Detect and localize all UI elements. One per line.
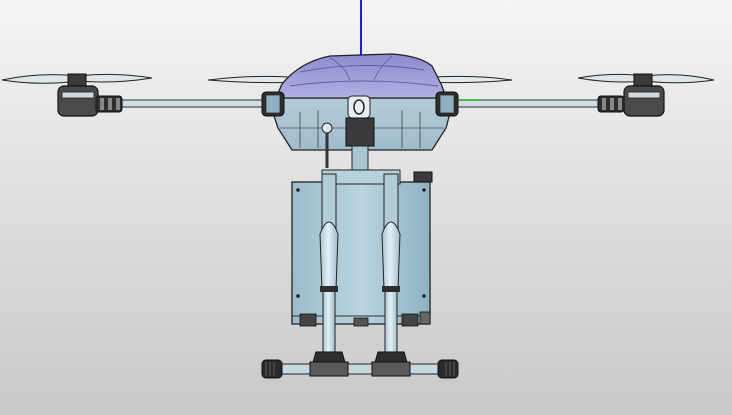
right-motor-assembly [577,73,715,117]
drone-model-view[interactable] [0,0,732,415]
left-motor-hub [67,73,87,87]
right-motor-body [623,85,665,117]
left-leg-lower [322,287,336,353]
canopy-shell [275,53,447,99]
side-bolt [321,122,333,134]
left-leg-taper [319,221,339,291]
tank-filler-cap [413,171,433,183]
right-arm [445,99,607,108]
right-leg-taper [381,221,401,291]
left-arm [109,99,279,108]
skid-bar [275,363,445,375]
right-skid-cap [437,359,459,379]
left-motor-assembly [1,73,153,117]
right-leg-lower [384,287,398,353]
right-motor-hub [633,73,653,87]
left-skid-cap [261,359,283,379]
tank-body [291,181,431,325]
payload-tank [291,169,433,327]
cad-viewport[interactable] [0,0,732,415]
left-motor-body [57,85,99,117]
